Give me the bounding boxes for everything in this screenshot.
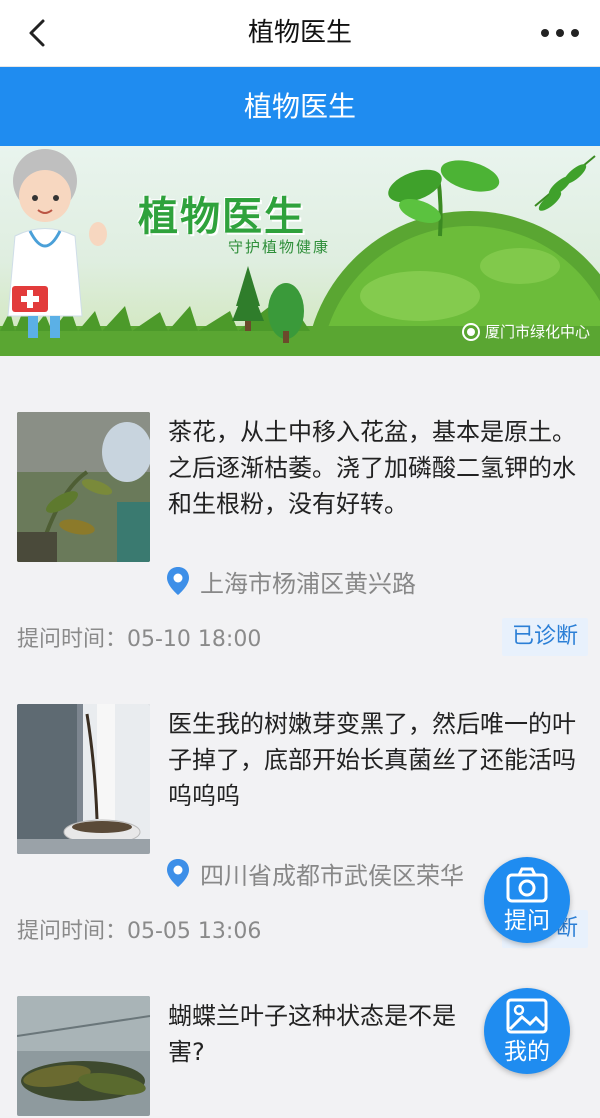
org-logo-icon xyxy=(461,322,480,341)
question-location: 四川省成都市武侯区荣华 xyxy=(166,855,464,891)
image-icon xyxy=(506,998,548,1034)
banner-subtitle: 守护植物健康 xyxy=(228,238,331,256)
more-dots-icon xyxy=(541,29,579,37)
page-title: 植物医生 xyxy=(247,18,352,48)
ask-label: 提问 xyxy=(504,908,550,934)
location-text: 四川省成都市武侯区荣华 xyxy=(200,861,464,890)
question-time: 提问时间：05-10 18:00 xyxy=(17,627,262,652)
question-photo[interactable] xyxy=(17,704,150,854)
question-photo[interactable] xyxy=(17,996,150,1116)
banner-title: 植物医生 xyxy=(138,194,306,240)
location-pin-icon xyxy=(167,567,189,595)
question-photo[interactable] xyxy=(17,412,150,562)
ask-question-button[interactable]: 提问 xyxy=(484,857,570,943)
question-time: 提问时间：05-05 13:06 xyxy=(17,919,262,944)
question-text: 医生我的树嫩芽变黑了，然后唯一的叶子掉了，底部开始长真菌丝了还能活吗呜呜呜 xyxy=(168,710,576,810)
camera-icon xyxy=(506,867,548,903)
top-nav-bar: 植物医生 xyxy=(0,0,600,67)
my-questions-button[interactable]: 我的 xyxy=(484,988,570,1074)
banner: 植物医生 守护植物健康 厦门市绿化中心 xyxy=(0,146,600,356)
question-location: 上海市杨浦区黄兴路 xyxy=(166,563,416,599)
banner-org: 厦门市绿化中心 xyxy=(461,321,590,342)
status-badge: 已诊断 xyxy=(501,618,588,656)
banner-org-name: 厦门市绿化中心 xyxy=(484,323,590,341)
list-item[interactable]: 茶花，从土中移入花盆，基本是原土。之后逐渐枯萎。浇了加磷酸二氢钾的水和生根粉，没… xyxy=(0,394,600,664)
section-header: 植物医生 xyxy=(0,67,600,146)
location-text: 上海市杨浦区黄兴路 xyxy=(200,569,416,598)
more-button[interactable] xyxy=(538,18,582,48)
question-text: 茶花，从土中移入花盆，基本是原土。之后逐渐枯萎。浇了加磷酸二氢钾的水和生根粉，没… xyxy=(168,418,576,518)
mine-label: 我的 xyxy=(504,1039,550,1065)
location-pin-icon xyxy=(167,859,189,887)
